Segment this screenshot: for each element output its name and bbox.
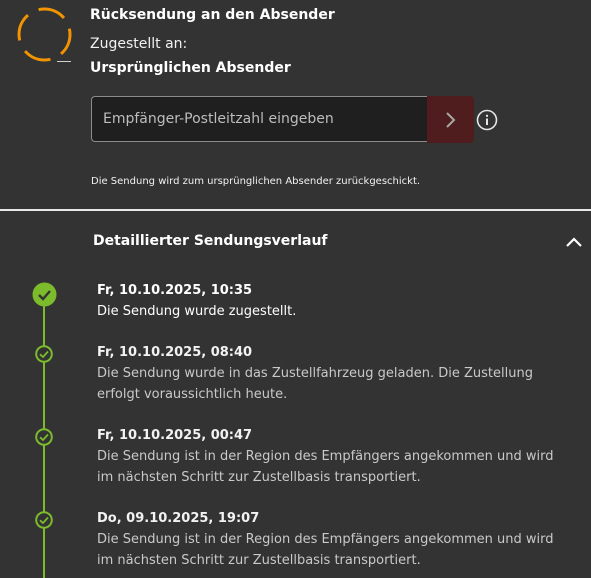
delivered-value: Ursprünglichen Absender bbox=[90, 60, 291, 76]
check-circle-icon bbox=[35, 511, 53, 529]
return-note: Die Sendung wird zum ursprünglichen Abse… bbox=[91, 176, 421, 187]
check-circle-icon bbox=[35, 428, 53, 446]
circle-dashed-icon bbox=[17, 7, 72, 62]
event-text: Die Sendung wurde in das Zustellfahrzeug… bbox=[97, 366, 533, 402]
history-title[interactable]: Detaillierter Sendungsverlauf bbox=[93, 233, 328, 249]
zip-input[interactable] bbox=[91, 96, 427, 142]
timeline-event: Fr, 10.10.2025, 00:47 Die Sendung ist in… bbox=[97, 425, 567, 488]
submit-button[interactable] bbox=[427, 96, 474, 143]
event-text: Die Sendung wurde zugestellt. bbox=[97, 304, 297, 319]
event-text: Die Sendung ist in der Region des Empfän… bbox=[97, 532, 554, 568]
timeline-event: Fr, 10.10.2025, 08:40 Die Sendung wurde … bbox=[97, 342, 567, 405]
collapse-button[interactable] bbox=[565, 234, 583, 248]
event-time: Fr, 10.10.2025, 00:47 bbox=[97, 428, 253, 443]
event-time: Fr, 10.10.2025, 10:35 bbox=[97, 283, 253, 298]
delivered-label: Zugestellt an: bbox=[90, 36, 188, 52]
check-circle-icon bbox=[32, 282, 57, 307]
timeline-event: Fr, 10.10.2025, 10:35 Die Sendung wurde … bbox=[97, 280, 567, 322]
event-text: Die Sendung ist in der Region des Empfän… bbox=[97, 449, 554, 485]
info-icon bbox=[476, 109, 498, 131]
section-divider bbox=[0, 209, 591, 211]
event-time: Fr, 10.10.2025, 08:40 bbox=[97, 345, 253, 360]
timeline-event: Do, 09.10.2025, 19:07 Die Sendung ist in… bbox=[97, 508, 567, 571]
page-title: Rücksendung an den Absender bbox=[90, 7, 335, 23]
info-button[interactable] bbox=[476, 109, 498, 131]
event-time: Do, 09.10.2025, 19:07 bbox=[97, 511, 260, 526]
divider-mark bbox=[57, 61, 71, 62]
chevron-up-icon bbox=[566, 237, 582, 247]
chevron-right-icon bbox=[445, 111, 455, 128]
check-circle-icon bbox=[35, 345, 53, 363]
